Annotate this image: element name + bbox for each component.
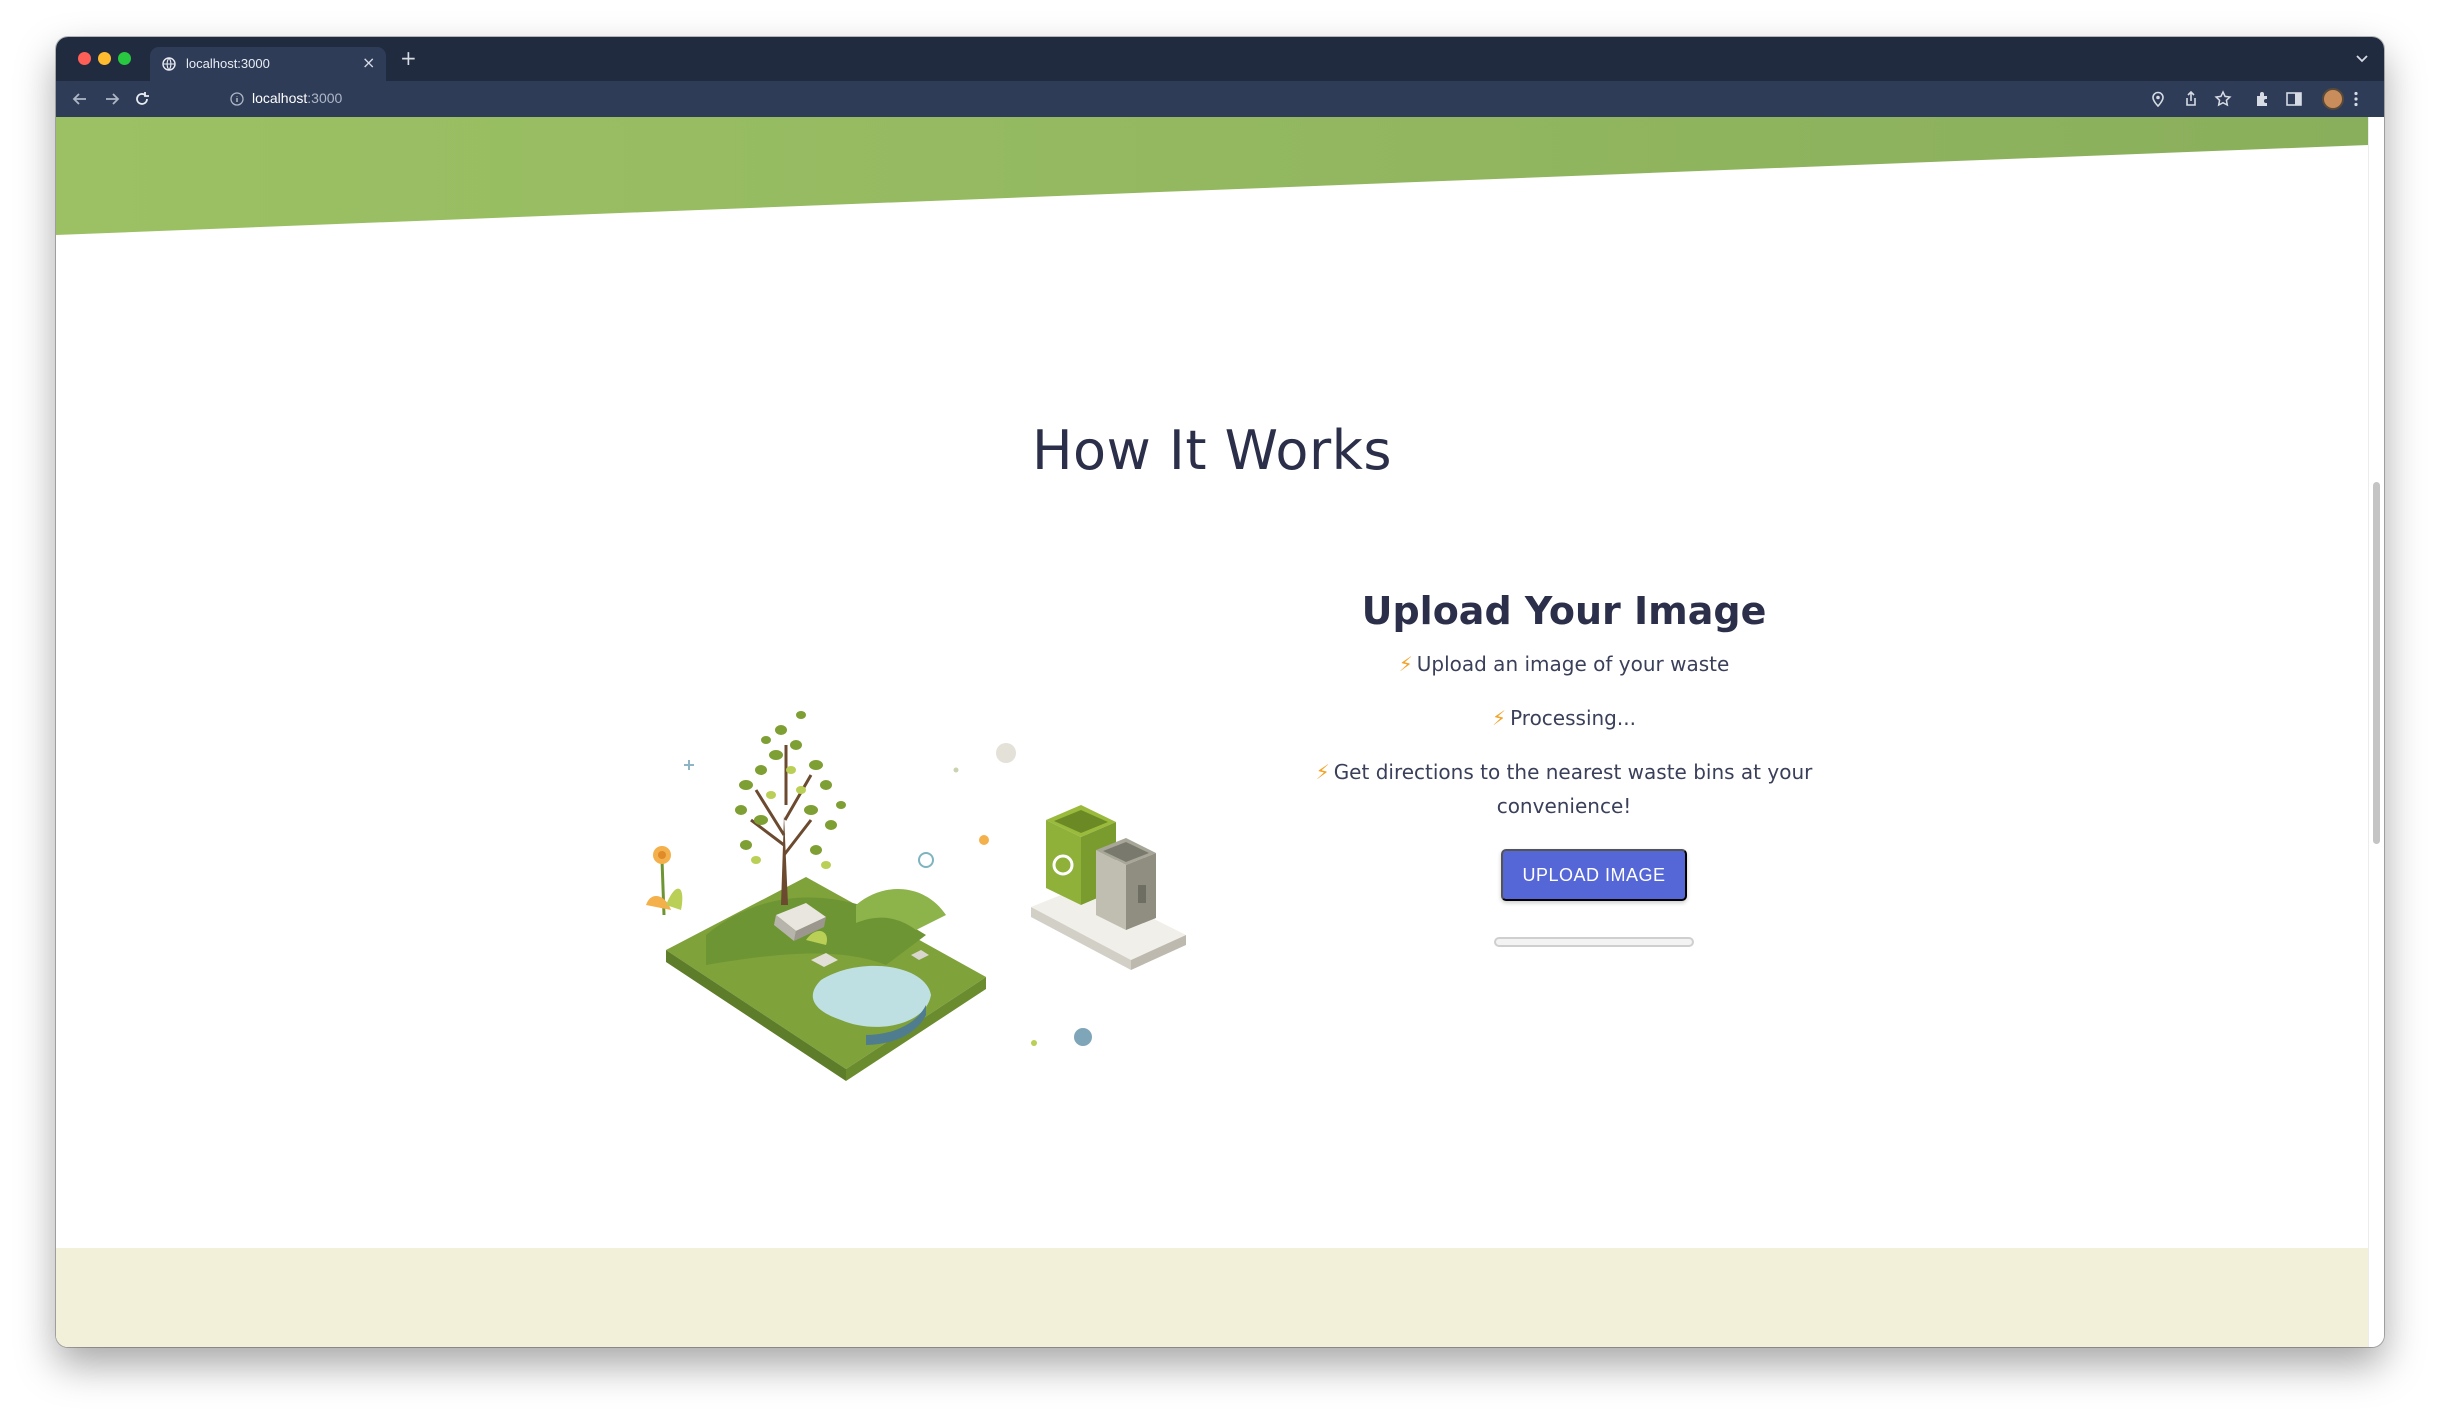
step-line-directions: ⚡ Get directions to the nearest waste bin… (1264, 755, 1864, 789)
new-tab-button[interactable]: + (400, 46, 417, 70)
scrollbar-thumb[interactable] (2373, 482, 2380, 844)
url-port: :3000 (307, 90, 343, 106)
address-url[interactable]: localhost:3000 (252, 90, 342, 106)
tab-title: localhost:3000 (186, 56, 270, 71)
footer-band (56, 1248, 2368, 1347)
profile-avatar[interactable] (2322, 88, 2344, 110)
step-line-upload: ⚡ Upload an image of your waste (1264, 647, 1864, 681)
step-line-directions-text: Get directions to the nearest waste bins… (1333, 760, 1813, 784)
puzzle-icon[interactable] (2253, 89, 2273, 109)
step-line-processing: ⚡ Processing... (1264, 701, 1864, 735)
side-panel-icon[interactable] (2284, 89, 2304, 109)
upload-image-button[interactable]: UPLOAD IMAGE (1501, 849, 1687, 901)
globe-icon (162, 57, 176, 71)
address-bar[interactable]: localhost:3000 (166, 85, 2206, 113)
info-icon[interactable] (230, 92, 244, 106)
kebab-menu-icon[interactable] (2346, 89, 2366, 109)
minimize-window-button[interactable] (98, 52, 111, 65)
recycling-landscape-illustration (646, 711, 1186, 1081)
page-scrollbar[interactable] (2368, 117, 2384, 1347)
browser-tab-active[interactable]: localhost:3000 × (150, 47, 386, 81)
section-title: How It Works (1031, 419, 1393, 482)
chevron-down-icon[interactable] (2354, 50, 2370, 66)
lightning-icon: ⚡ (1315, 760, 1330, 784)
page-viewport: How It Works Upload Your Image ⚡ Upload … (56, 117, 2368, 1347)
star-icon[interactable] (2213, 89, 2233, 109)
location-pin-icon[interactable] (2148, 89, 2168, 109)
url-host: localhost (252, 90, 308, 106)
browser-window: localhost:3000 × + localhost:3000 How It… (56, 37, 2384, 1347)
arrow-right-icon[interactable] (102, 89, 122, 109)
upload-progress-bar (1494, 937, 1694, 947)
zoom-window-button[interactable] (118, 52, 131, 65)
lightning-icon: ⚡ (1492, 706, 1507, 730)
desktop-backdrop: localhost:3000 × + localhost:3000 How It… (0, 0, 2440, 1420)
lightning-icon: ⚡ (1398, 652, 1413, 676)
tab-close-icon[interactable]: × (362, 53, 375, 72)
step-line-processing-text: Processing... (1510, 706, 1636, 730)
step-line-upload-text: Upload an image of your waste (1416, 652, 1730, 676)
close-window-button[interactable] (78, 52, 91, 65)
arrow-left-icon[interactable] (70, 89, 90, 109)
reload-icon[interactable] (132, 89, 152, 109)
browser-toolbar: localhost:3000 (56, 81, 2384, 117)
hero-green-band (56, 117, 2368, 235)
share-icon[interactable] (2181, 89, 2201, 109)
browser-titlebar: localhost:3000 × + (56, 37, 2384, 81)
step-line-directions-cont: convenience! (1496, 794, 1632, 818)
step-title: Upload Your Image (1361, 589, 1767, 633)
